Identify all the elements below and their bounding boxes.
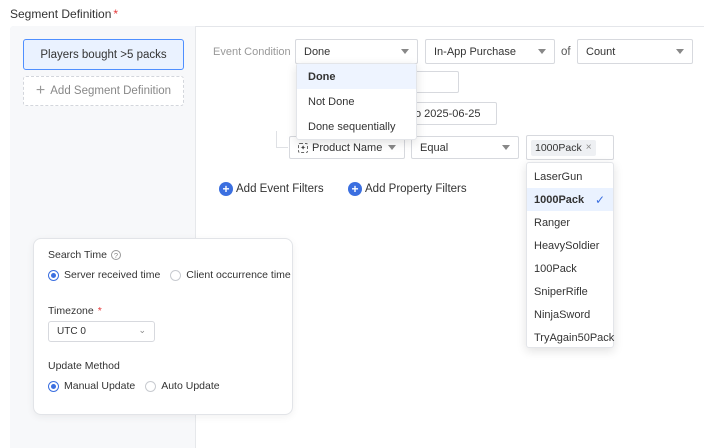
timezone-text: Timezone bbox=[48, 305, 94, 317]
option-sniperrifle[interactable]: SniperRifle bbox=[527, 280, 613, 303]
value-multiselect[interactable]: 1000Pack × bbox=[526, 135, 614, 160]
date-range-text: o 2025-06-25 bbox=[415, 107, 481, 120]
option-label: 100Pack bbox=[534, 262, 577, 275]
option-1000pack[interactable]: 1000Pack ✓ bbox=[527, 188, 613, 211]
segment-item-label: Players bought >5 packs bbox=[40, 48, 167, 61]
radio-checked-icon bbox=[48, 380, 59, 392]
event-condition-label: Event Condition bbox=[213, 46, 291, 58]
caret-down-icon bbox=[538, 49, 546, 54]
option-label: NinjaSword bbox=[534, 308, 591, 321]
caret-down-icon bbox=[502, 145, 510, 150]
menu-item-done[interactable]: Done bbox=[297, 64, 416, 89]
add-event-filters-label: Add Event Filters bbox=[236, 183, 324, 195]
plus-circle-icon: + bbox=[219, 182, 233, 196]
add-event-filters-button[interactable]: + Add Event Filters bbox=[219, 182, 324, 196]
count-value-input[interactable] bbox=[410, 71, 459, 93]
radio-client-occurrence-time[interactable]: Client occurrence time bbox=[170, 269, 291, 281]
radio-label: Auto Update bbox=[161, 380, 220, 392]
option-label: SniperRifle bbox=[534, 285, 588, 298]
menu-item-done-sequentially[interactable]: Done sequentially bbox=[297, 114, 416, 139]
option-label: TryAgain50Pack bbox=[534, 331, 615, 344]
search-time-text: Search Time bbox=[48, 249, 107, 261]
radio-server-received-time[interactable]: Server received time bbox=[48, 269, 160, 281]
option-label: HeavySoldier bbox=[534, 239, 600, 252]
operator-select-value: Equal bbox=[420, 141, 449, 154]
required-mark: * bbox=[97, 305, 102, 317]
radio-label: Client occurrence time bbox=[186, 269, 291, 281]
option-label: Ranger bbox=[534, 216, 571, 229]
tree-connector bbox=[276, 131, 288, 148]
property-icon: ✦ bbox=[298, 142, 308, 153]
done-select[interactable]: Done bbox=[295, 39, 418, 64]
event-select[interactable]: In-App Purchase bbox=[425, 39, 555, 64]
radio-unchecked-icon bbox=[170, 269, 182, 281]
of-label: of bbox=[561, 46, 571, 58]
update-method-label: Update Method bbox=[48, 360, 120, 372]
option-label: 1000Pack bbox=[534, 193, 585, 206]
close-icon[interactable]: × bbox=[586, 142, 592, 153]
add-segment-label: Add Segment Definition bbox=[50, 85, 172, 97]
required-mark: * bbox=[113, 7, 119, 21]
search-time-label: Search Time ? bbox=[48, 249, 121, 261]
option-ranger[interactable]: Ranger bbox=[527, 211, 613, 234]
menu-item-not-done[interactable]: Not Done bbox=[297, 89, 416, 114]
radio-label: Manual Update bbox=[64, 380, 136, 392]
timezone-select[interactable]: UTC 0 ⌄ bbox=[48, 321, 155, 342]
property-select-value: Product Name bbox=[312, 141, 383, 154]
done-select-value: Done bbox=[304, 45, 331, 58]
option-ninjasword[interactable]: NinjaSword bbox=[527, 303, 613, 326]
event-select-value: In-App Purchase bbox=[434, 45, 516, 58]
metric-select[interactable]: Count bbox=[577, 39, 693, 64]
search-time-options: Server received time Client occurrence t… bbox=[48, 269, 291, 281]
radio-checked-icon bbox=[48, 269, 59, 281]
option-100pack[interactable]: 100Pack bbox=[527, 257, 613, 280]
operator-select[interactable]: Equal bbox=[411, 136, 519, 159]
update-method-options: Manual Update Auto Update bbox=[48, 380, 220, 392]
done-dropdown-menu: Done Not Done Done sequentially bbox=[296, 63, 417, 140]
option-label: LaserGun bbox=[534, 170, 583, 183]
radio-unchecked-icon bbox=[145, 380, 157, 392]
caret-down-icon bbox=[388, 145, 396, 150]
chevron-down-icon: ⌄ bbox=[138, 325, 146, 335]
add-property-filters-button[interactable]: + Add Property Filters bbox=[348, 182, 467, 196]
metric-select-value: Count bbox=[586, 45, 616, 58]
radio-label: Server received time bbox=[64, 269, 161, 281]
value-tag: 1000Pack × bbox=[531, 139, 596, 156]
segment-item-players-bought[interactable]: Players bought >5 packs bbox=[23, 39, 184, 70]
option-tryagain50pack[interactable]: TryAgain50Pack bbox=[527, 326, 615, 349]
timezone-value: UTC 0 bbox=[57, 326, 86, 337]
section-title-text: Segment Definition bbox=[10, 7, 112, 21]
radio-manual-update[interactable]: Manual Update bbox=[48, 380, 135, 392]
radio-auto-update[interactable]: Auto Update bbox=[145, 380, 220, 392]
option-heavysoldier[interactable]: HeavySoldier bbox=[527, 234, 613, 257]
value-dropdown: LaserGun 1000Pack ✓ Ranger HeavySoldier 1… bbox=[526, 162, 614, 348]
plus-icon: + bbox=[35, 82, 46, 99]
caret-down-icon bbox=[401, 49, 409, 54]
caret-down-icon bbox=[676, 49, 684, 54]
option-lasergun[interactable]: LaserGun bbox=[527, 165, 613, 188]
add-property-filters-label: Add Property Filters bbox=[365, 183, 467, 195]
segment-settings-card: Search Time ? Server received time Clien… bbox=[33, 238, 293, 415]
plus-circle-icon: + bbox=[348, 182, 362, 196]
section-title: Segment Definition * bbox=[10, 7, 118, 21]
add-segment-button[interactable]: + Add Segment Definition bbox=[23, 76, 184, 106]
help-icon[interactable]: ? bbox=[110, 250, 121, 260]
check-icon: ✓ bbox=[594, 192, 605, 207]
update-method-text: Update Method bbox=[48, 360, 120, 372]
value-tag-label: 1000Pack bbox=[535, 141, 582, 154]
timezone-label: Timezone * bbox=[48, 305, 102, 317]
date-range-input[interactable]: o 2025-06-25 bbox=[410, 102, 497, 125]
